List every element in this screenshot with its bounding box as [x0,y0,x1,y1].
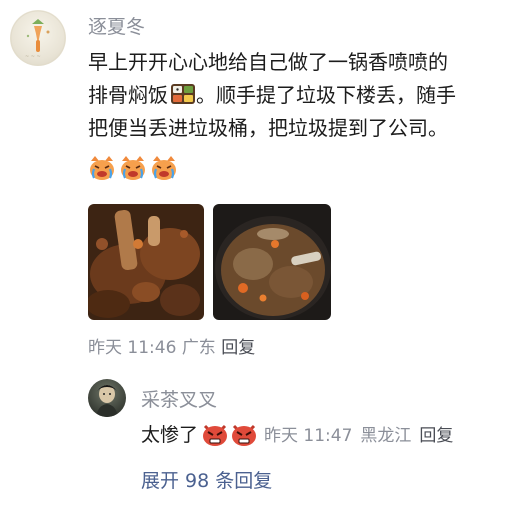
reply-text: 太惨了 [141,424,199,446]
crying-cat-emoji [152,156,176,180]
comment-text-continuation: 。顺手提了垃圾下楼丢，随手 [196,83,456,107]
emoji-row [88,155,178,181]
comment-username[interactable]: 逐夏冬 [88,12,145,39]
reply-button[interactable]: 回复 [221,338,255,358]
reply-reply-button[interactable]: 回复 [419,421,453,446]
comment-meta: 昨天 11:46 广东 回复 [88,333,255,358]
avatar-illustration [96,385,118,417]
comment-text-line-1: 早上开开心心地给自己做了一锅香喷喷的 [88,50,448,74]
comment-text-line-3: 把便当丢进垃圾桶，把垃圾提到了公司。 [88,116,448,140]
crying-cat-emoji [90,156,114,180]
expand-replies-button[interactable]: 展开 98 条回复 [141,466,272,493]
svg-text:~ ~ ~: ~ ~ ~ [25,54,41,60]
comment-time: 昨天 11:46 [88,338,177,358]
comment-body: 早上开开心心地给自己做了一锅香喷喷的 排骨焖饭 。顺手提了垃圾下楼丢，随手 把便… [88,46,518,145]
avatar[interactable]: ~ ~ ~ [10,10,66,66]
reply-row: 太惨了 昨天 11:47 黑龙江 回复 [141,420,453,447]
reply-time: 昨天 11:47 [264,426,353,446]
reply-username[interactable]: 采茶叉叉 [141,385,217,412]
angry-face-emoji [203,424,228,446]
comment-location: 广东 [181,338,216,358]
bento-emoji [170,82,196,106]
reply-avatar[interactable] [88,379,126,417]
crying-cat-emoji [121,156,145,180]
reply-location: 黑龙江 [360,426,412,446]
angry-face-emoji [232,424,257,446]
comment-text-line-2: 排骨焖饭 。顺手提了垃圾下楼丢，随手 [88,79,518,112]
comment-photo-1[interactable] [88,204,204,320]
comment-photo-2[interactable] [213,204,331,320]
avatar-illustration: ~ ~ ~ [10,10,66,66]
comment-text-dish: 排骨焖饭 [88,83,168,107]
